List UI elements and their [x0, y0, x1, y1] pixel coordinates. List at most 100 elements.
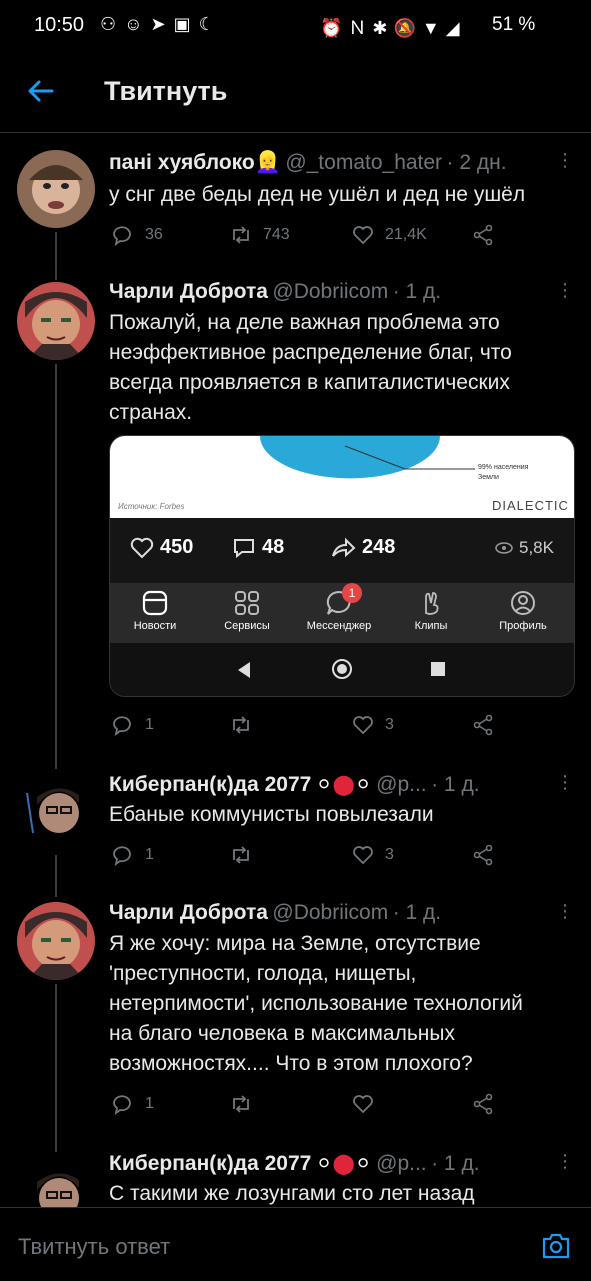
- tweet-actions: 1 3: [111, 843, 571, 873]
- like-button[interactable]: 3: [351, 713, 394, 737]
- tweet-header: Киберпан(к)да 2077 ⚪⬤⚪ @p... · 1 д.: [109, 772, 549, 797]
- like-button[interactable]: 21,4K: [351, 223, 427, 247]
- like-count: 3: [385, 716, 394, 733]
- author-handle[interactable]: @_tomato_hater: [285, 151, 442, 174]
- chart-annotation: Земли: [478, 474, 499, 481]
- tweet-text: Пожалуй, на деле важная проблема это неэ…: [109, 308, 579, 428]
- reply-button[interactable]: 36: [111, 223, 163, 247]
- vk-views: 5,8K: [495, 538, 554, 558]
- author-handle[interactable]: @p...: [376, 773, 427, 796]
- tweet-time: · 1 д.: [431, 1152, 480, 1175]
- like-button[interactable]: [351, 1092, 375, 1116]
- clips-icon: [425, 592, 439, 615]
- share-button[interactable]: [471, 1092, 495, 1116]
- grid-icon: [235, 591, 259, 615]
- media-card[interactable]: 99% населения Земли Источник: Forbes DIA…: [109, 435, 575, 697]
- thread-line: [55, 855, 57, 897]
- avatar[interactable]: [17, 150, 95, 228]
- camera-icon[interactable]: [540, 1230, 572, 1262]
- vk-post-stats: 450 48 248 5,8K: [110, 518, 574, 583]
- vk-nav-clips: Клипы: [386, 589, 476, 632]
- reply-button[interactable]: 1: [111, 843, 154, 867]
- like-button[interactable]: 3: [351, 843, 394, 867]
- more-options-icon[interactable]: ⋮: [556, 1151, 574, 1172]
- author-name[interactable]: пані хуяблоко👱‍♀️: [109, 151, 281, 174]
- retweet-button[interactable]: [229, 1092, 253, 1116]
- more-options-icon[interactable]: ⋮: [556, 901, 574, 922]
- news-icon: [142, 590, 168, 616]
- reply-icon: [113, 716, 131, 737]
- tweet-actions: 1 3: [111, 713, 571, 743]
- comment-icon: [234, 538, 254, 558]
- tweet-header: Киберпан(к)да 2077 ⚪⬤⚪ @p... · 1 д.: [109, 1151, 549, 1176]
- heart-icon: [353, 226, 373, 245]
- nav-back-icon: [238, 662, 250, 678]
- author-handle[interactable]: @p...: [376, 1152, 427, 1175]
- tweet-text-line: неэффективное распределение благ, что: [109, 341, 512, 364]
- tweet-time: · 1 д.: [392, 901, 442, 924]
- reply-count: 1: [145, 1095, 154, 1112]
- reply-count: 1: [145, 716, 154, 733]
- status-bar: 10:50 ⚇☺➤▣☾ ⏰Ｎ✱🔕▼◢ 51 %: [0, 0, 591, 52]
- tweet-header: пані хуяблоко👱‍♀️ @_tomato_hater · 2 дн.: [109, 151, 549, 175]
- avatar[interactable]: [17, 282, 95, 360]
- vk-nav-messenger: Мессенджер 1: [294, 583, 384, 632]
- tweet-actions: 1: [111, 1092, 571, 1122]
- author-handle[interactable]: @Dobriicom: [272, 280, 388, 303]
- retweet-button[interactable]: [229, 843, 253, 867]
- author-name[interactable]: Киберпан(к)да 2077: [109, 773, 311, 796]
- tweet-text-line: на благо человека в максимальных: [109, 1022, 455, 1045]
- status-time: 10:50: [34, 14, 85, 36]
- tweet-text-line: 'преступности, голода, нищеты,: [109, 962, 417, 985]
- tweet-text-line: странах.: [109, 401, 193, 424]
- battery-level: 51 %: [492, 14, 536, 35]
- system-icons: ⏰Ｎ✱🔕▼◢: [320, 18, 466, 38]
- tweet-text: С такими же лозунгами сто лет назад: [109, 1182, 475, 1205]
- retweet-icon: [233, 716, 249, 734]
- vk-likes: 450: [130, 536, 193, 559]
- retweet-icon: [233, 846, 249, 864]
- retweet-button[interactable]: [229, 713, 253, 737]
- share-button[interactable]: [471, 223, 495, 247]
- avatar[interactable]: [17, 1158, 95, 1207]
- heart-icon: [353, 716, 373, 735]
- reply-icon: [113, 226, 131, 247]
- author-name[interactable]: Чарли Доброта: [109, 280, 268, 303]
- retweet-icon: [233, 1095, 249, 1113]
- like-count: 3: [385, 846, 394, 863]
- avatar[interactable]: [17, 902, 95, 980]
- heart-icon: [353, 846, 373, 865]
- android-nav-bar: [110, 643, 574, 696]
- author-name[interactable]: Киберпан(к)да 2077: [109, 1152, 311, 1175]
- more-options-icon[interactable]: ⋮: [556, 280, 574, 301]
- retweet-icon: [233, 226, 249, 244]
- reply-button[interactable]: 1: [111, 1092, 154, 1116]
- back-arrow-icon[interactable]: [26, 76, 56, 106]
- retweet-count: 743: [263, 226, 290, 243]
- eye-icon: [495, 542, 513, 554]
- share-button[interactable]: [471, 713, 495, 737]
- tweet-header: Чарли Доброта @Dobriicom · 1 д.: [109, 901, 549, 925]
- more-options-icon[interactable]: ⋮: [556, 772, 574, 793]
- tweet-text-line: возможностях.... Что в этом плохого?: [109, 1052, 473, 1075]
- share-icon: [473, 844, 493, 866]
- reply-input[interactable]: Твитнуть ответ: [18, 1234, 170, 1260]
- brand-logo: DIALECTIC: [492, 498, 569, 513]
- reply-button[interactable]: 1: [111, 713, 154, 737]
- vk-nav-news: Новости: [110, 589, 200, 632]
- reply-icon: [113, 846, 131, 867]
- tweet-text-line: Пожалуй, на деле важная проблема это: [109, 311, 500, 334]
- author-handle[interactable]: @Dobriicom: [272, 901, 388, 924]
- share-button[interactable]: [471, 843, 495, 867]
- author-name[interactable]: Чарли Доброта: [109, 901, 268, 924]
- reply-count: 36: [145, 226, 163, 243]
- retweet-button[interactable]: 743: [229, 223, 290, 247]
- heart-icon: [130, 537, 154, 558]
- like-count: 21,4K: [385, 226, 427, 243]
- tweet-text: Я же хочу: мира на Земле, отсутствие 'пр…: [109, 929, 584, 1079]
- heart-icon: [353, 1095, 373, 1114]
- top-bar: Твитнуть: [0, 52, 591, 133]
- more-options-icon[interactable]: ⋮: [556, 150, 574, 171]
- avatar[interactable]: [17, 773, 95, 851]
- chart-source: Источник: Forbes: [118, 502, 185, 511]
